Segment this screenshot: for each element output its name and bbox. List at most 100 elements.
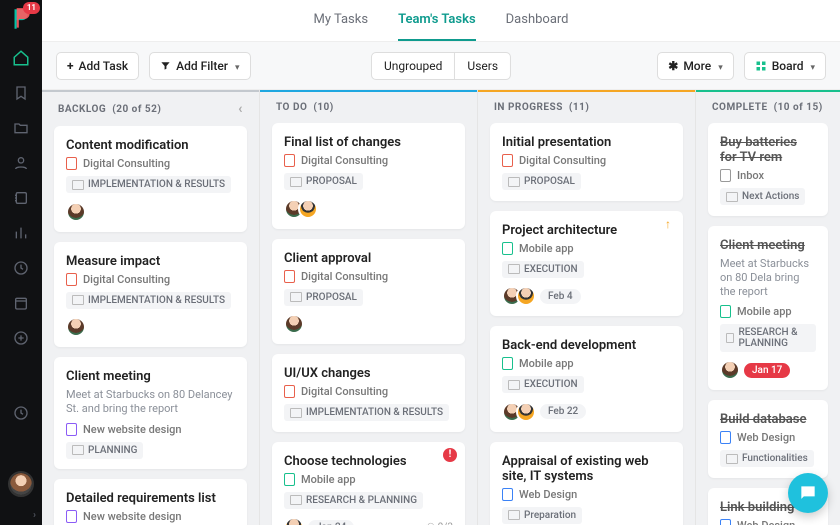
tag-label: EXECUTION [502, 261, 584, 278]
col-title: IN PROGRESS [494, 102, 563, 113]
project-icon [720, 305, 731, 318]
tag-label: Preparation [502, 507, 582, 524]
task-card[interactable]: Back-end development Mobile app EXECUTIO… [490, 326, 683, 432]
task-card[interactable]: Content modification Digital Consulting … [54, 126, 247, 232]
project-icon [502, 154, 513, 167]
tag-label: IMPLEMENTATION & RESULTS [66, 176, 231, 193]
sidebar-expand[interactable]: › [0, 505, 42, 525]
assignee-avatar [516, 402, 536, 422]
project-icon [284, 385, 295, 398]
more-button[interactable]: ✱More [657, 52, 733, 80]
view-board-button[interactable]: Board [744, 52, 826, 80]
project-icon [66, 157, 77, 170]
task-card[interactable]: ! Choose technologies Mobile app RESEARC… [272, 442, 465, 525]
assignee-avatar [516, 286, 536, 306]
tag-label: PROPOSAL [284, 289, 363, 306]
tag-label: PROPOSAL [284, 173, 363, 190]
app-logo[interactable]: 11 [8, 6, 34, 32]
tab-my-tasks[interactable]: My Tasks [313, 0, 368, 41]
tag-label: PLANNING [66, 442, 143, 459]
task-card[interactable]: UI/UX changes Digital Consulting IMPLEME… [272, 354, 465, 432]
group-ungrouped[interactable]: Ungrouped [372, 53, 455, 79]
project-icon [66, 510, 77, 523]
tab-dashboard[interactable]: Dashboard [506, 0, 569, 41]
col-count: (10) [313, 102, 333, 113]
chart-icon[interactable] [5, 217, 37, 249]
assignee-avatar [284, 517, 304, 525]
tag-label: Next Actions [720, 188, 805, 205]
tag-label: IMPLEMENTATION & RESULTS [284, 404, 449, 421]
task-card[interactable]: Final list of changes Digital Consulting… [272, 123, 465, 229]
task-card[interactable]: Detailed requirements list New website d… [54, 479, 247, 525]
assignee-avatar [720, 360, 740, 380]
tag-label: IMPLEMENTATION & RESULTS [66, 292, 231, 309]
user-avatar[interactable] [8, 471, 34, 497]
sidebar: 11 › [0, 0, 42, 525]
subtask-count: 0/3 [426, 520, 453, 525]
assignee-avatar [284, 314, 304, 334]
tag-label: EXECUTION [502, 376, 584, 393]
task-card[interactable]: Client meeting Meet at Starbucks on 80 D… [708, 226, 828, 391]
bookmark-icon[interactable] [5, 77, 37, 109]
col-title: COMPLETE [712, 102, 768, 113]
tag-label: RESEARCH & PLANNING [720, 324, 816, 352]
task-card[interactable]: Build database Web Design Functionalitie… [708, 400, 828, 478]
folder-icon[interactable] [5, 112, 37, 144]
tab-team-tasks[interactable]: Team's Tasks [398, 0, 476, 41]
task-card[interactable]: Client approval Digital Consulting PROPO… [272, 239, 465, 345]
due-date: Feb 22 [540, 404, 586, 419]
project-icon [284, 473, 295, 486]
task-card[interactable]: Initial presentation Digital Consulting … [490, 123, 683, 201]
column-progress: IN PROGRESS (11) Initial presentation Di… [478, 90, 696, 525]
contacts-icon[interactable] [5, 182, 37, 214]
task-card[interactable]: Appraisal of existing web site, IT syste… [490, 442, 683, 525]
assignee-avatar [66, 317, 86, 337]
project-icon [720, 519, 731, 525]
project-icon [284, 154, 295, 167]
kanban-board: BACKLOG (20 of 52)‹ Content modification… [42, 90, 840, 525]
due-date: Feb 4 [540, 289, 581, 304]
clock-icon[interactable] [5, 252, 37, 284]
add-icon[interactable] [5, 322, 37, 354]
add-task-button[interactable]: +Add Task [56, 52, 139, 80]
project-icon [720, 431, 731, 444]
due-date: Jan 24 [308, 520, 354, 525]
col-title: BACKLOG [58, 104, 106, 115]
priority-up-icon: ↑ [661, 217, 675, 231]
assignee-avatar [298, 199, 318, 219]
task-card[interactable]: ↑ Project architecture Mobile app EXECUT… [490, 211, 683, 317]
project-icon [502, 242, 513, 255]
assignee-avatar [66, 202, 86, 222]
project-icon [502, 357, 513, 370]
col-count: (10 of 15) [774, 102, 823, 113]
project-icon [66, 273, 77, 286]
project-icon [502, 488, 513, 501]
add-filter-button[interactable]: Add Filter [149, 52, 250, 80]
col-title: TO DO [276, 102, 307, 113]
col-count: (11) [569, 102, 589, 113]
top-tabs: My Tasks Team's Tasks Dashboard [42, 0, 840, 42]
fold-icon[interactable]: ‹ [238, 102, 243, 116]
timer-icon[interactable] [5, 397, 37, 429]
home-icon[interactable] [5, 42, 37, 74]
task-card[interactable]: Buy batteries for TV rem Inbox Next Acti… [708, 123, 828, 216]
chat-widget[interactable] [788, 473, 828, 513]
task-card[interactable]: Measure impact Digital Consulting IMPLEM… [54, 242, 247, 348]
notification-badge[interactable]: 11 [23, 2, 40, 14]
tag-label: Functionalities [720, 450, 814, 467]
column-backlog: BACKLOG (20 of 52)‹ Content modification… [42, 90, 260, 525]
column-todo: TO DO (10) Final list of changes Digital… [260, 90, 478, 525]
user-icon[interactable] [5, 147, 37, 179]
due-date: Jan 17 [744, 363, 790, 378]
alert-icon: ! [443, 448, 457, 462]
project-icon [284, 270, 295, 283]
tag-label: PROPOSAL [502, 173, 581, 190]
project-icon [66, 423, 77, 436]
toolbar: +Add Task Add Filter Ungrouped Users ✱Mo… [42, 42, 840, 90]
group-users[interactable]: Users [455, 53, 510, 79]
column-complete: COMPLETE (10 of 15) Buy batteries for TV… [696, 90, 840, 525]
tag-label: RESEARCH & PLANNING [284, 492, 423, 509]
task-card[interactable]: Client meeting Meet at Starbucks on 80 D… [54, 357, 247, 469]
project-icon [720, 169, 731, 182]
calendar-icon[interactable] [5, 287, 37, 319]
